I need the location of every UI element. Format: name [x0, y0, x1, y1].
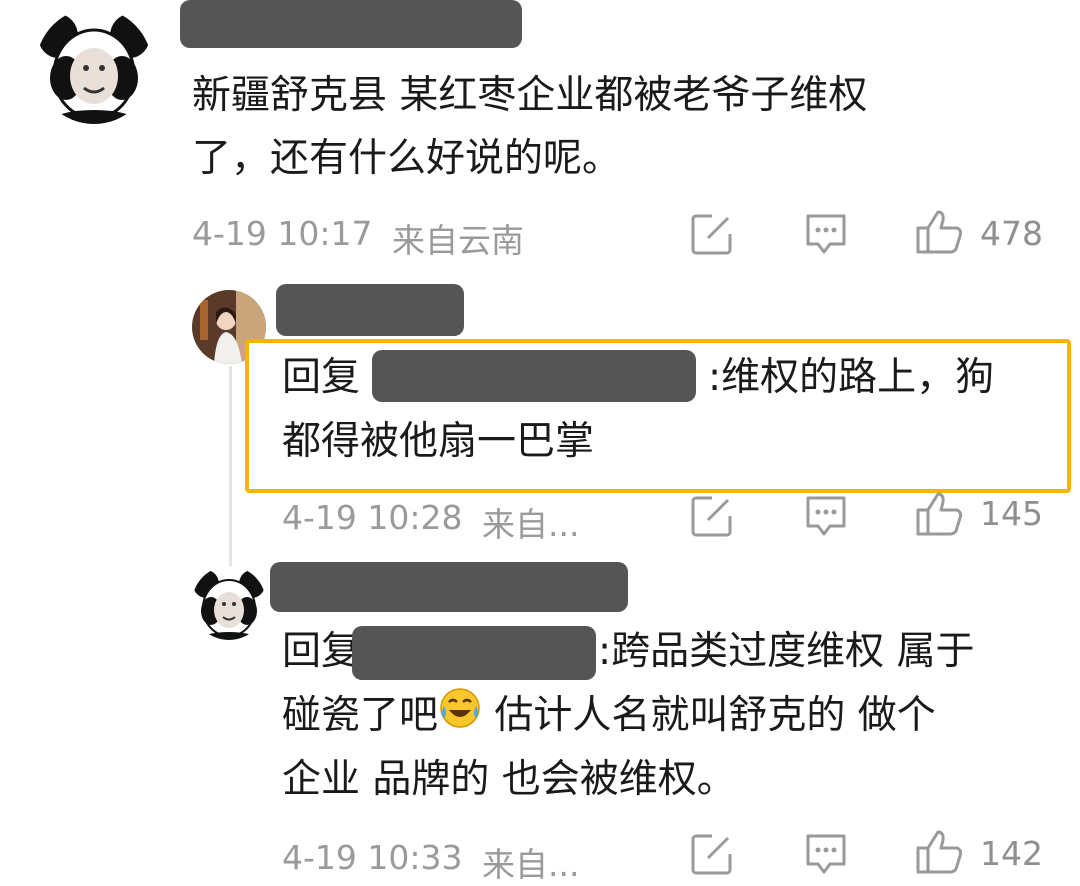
share-edit-icon[interactable] [690, 494, 734, 542]
thumbs-up-icon[interactable] [914, 828, 964, 880]
like-count: 142 [980, 834, 1043, 873]
redacted-username[interactable] [180, 0, 522, 48]
redacted-reply-target[interactable] [352, 626, 596, 680]
reply-text-segment: 估计人名就叫舒克的 做个 [482, 693, 936, 738]
reply-text-segment: 碰瓷了吧 [282, 693, 439, 738]
redacted-username[interactable] [270, 562, 628, 612]
comment-text-line-1: 新疆舒克县 某红枣企业都被老爷子维权 [192, 73, 868, 118]
redacted-reply-target[interactable] [372, 350, 696, 402]
reply-text-line-1: :跨品类过度维权 属于 [598, 629, 975, 674]
like-count: 478 [980, 214, 1043, 253]
reply-location: 来自... [482, 845, 580, 884]
redacted-username[interactable] [276, 284, 464, 336]
thumbs-up-icon[interactable] [914, 490, 964, 542]
comment-icon[interactable] [804, 494, 848, 542]
reply-time: 4-19 10:28 [282, 498, 463, 537]
comment-time: 4-19 10:17 [192, 214, 373, 253]
thumbs-up-icon[interactable] [914, 208, 964, 260]
reply-text-line-2: 碰瓷了吧 估计人名就叫舒克的 做个 [282, 684, 936, 749]
comment-icon[interactable] [804, 212, 848, 260]
reply-prefix: 回复 [282, 355, 361, 400]
reply-text-line-1: :维权的路上，狗 [708, 355, 995, 400]
like-count: 145 [980, 494, 1043, 533]
share-edit-icon[interactable] [690, 832, 734, 880]
comment-text-line-2: 了，还有什么好说的呢。 [192, 136, 622, 181]
reply-location: 来自... [482, 505, 580, 544]
avatar-panda[interactable] [192, 566, 266, 640]
thread-connector [229, 366, 232, 586]
comment-location: 来自云南 [392, 221, 524, 260]
reply-time: 4-19 10:33 [282, 838, 463, 877]
reply-prefix: 回复 [282, 629, 361, 674]
share-edit-icon[interactable] [690, 212, 734, 260]
avatar-panda[interactable] [36, 8, 152, 124]
comment-icon[interactable] [804, 832, 848, 880]
laughing-crying-emoji [438, 686, 482, 749]
reply-text-line-2: 都得被他扇一巴掌 [282, 419, 595, 464]
reply-text-line-3: 企业 品牌的 也会被维权。 [282, 757, 736, 802]
